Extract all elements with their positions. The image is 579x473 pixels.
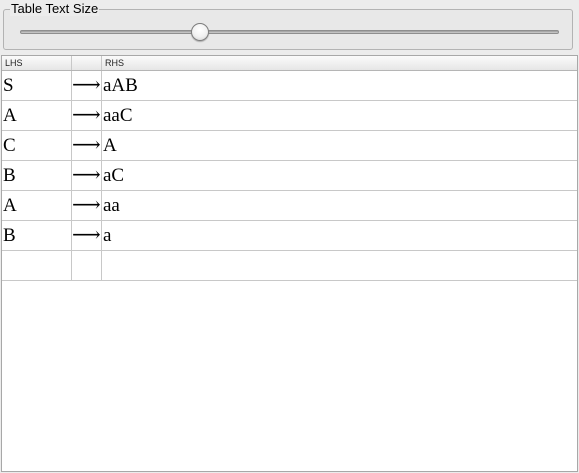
rhs-cell[interactable]: aa — [102, 191, 577, 220]
lhs-cell[interactable]: C — [2, 131, 72, 160]
rhs-cell[interactable]: a — [102, 221, 577, 250]
table-row[interactable]: B ⟶ aC — [2, 161, 577, 191]
arrow-cell[interactable]: ⟶ — [72, 221, 102, 250]
lhs-cell[interactable]: A — [2, 101, 72, 130]
table-row[interactable] — [2, 251, 577, 281]
table-row[interactable]: S ⟶ aAB — [2, 71, 577, 101]
rhs-cell[interactable]: A — [102, 131, 577, 160]
arrow-cell[interactable]: ⟶ — [72, 101, 102, 130]
rhs-cell[interactable] — [102, 251, 577, 280]
lhs-cell[interactable]: B — [2, 221, 72, 250]
text-size-slider-track[interactable] — [20, 30, 559, 34]
arrow-cell[interactable]: ⟶ — [72, 131, 102, 160]
arrow-cell[interactable]: ⟶ — [72, 191, 102, 220]
rhs-cell[interactable]: aC — [102, 161, 577, 190]
table-header: LHS RHS — [2, 56, 577, 71]
arrow-cell[interactable] — [72, 251, 102, 280]
grammar-editor-panel: Table Text Size LHS RHS S ⟶ aAB A ⟶ aaC C ⟶ A B ⟶ a… — [0, 0, 579, 473]
table-text-size-title: Table Text Size — [10, 1, 100, 16]
rhs-cell[interactable]: aAB — [102, 71, 577, 100]
lhs-cell[interactable]: S — [2, 71, 72, 100]
arrow-cell[interactable]: ⟶ — [72, 71, 102, 100]
text-size-slider-thumb[interactable] — [191, 23, 210, 41]
table-row[interactable]: A ⟶ aa — [2, 191, 577, 221]
column-header-rhs[interactable]: RHS — [102, 56, 577, 70]
table-body: S ⟶ aAB A ⟶ aaC C ⟶ A B ⟶ aC A ⟶ aa B ⟶ a — [2, 71, 577, 281]
table-row[interactable]: A ⟶ aaC — [2, 101, 577, 131]
lhs-cell[interactable] — [2, 251, 72, 280]
table-row[interactable]: B ⟶ a — [2, 221, 577, 251]
table-row[interactable]: C ⟶ A — [2, 131, 577, 161]
productions-table: LHS RHS S ⟶ aAB A ⟶ aaC C ⟶ A B ⟶ aC A ⟶ aa B ⟶ a — [1, 55, 578, 472]
column-header-lhs[interactable]: LHS — [2, 56, 72, 70]
rhs-cell[interactable]: aaC — [102, 101, 577, 130]
arrow-cell[interactable]: ⟶ — [72, 161, 102, 190]
lhs-cell[interactable]: A — [2, 191, 72, 220]
column-header-arrow[interactable] — [72, 56, 102, 70]
lhs-cell[interactable]: B — [2, 161, 72, 190]
